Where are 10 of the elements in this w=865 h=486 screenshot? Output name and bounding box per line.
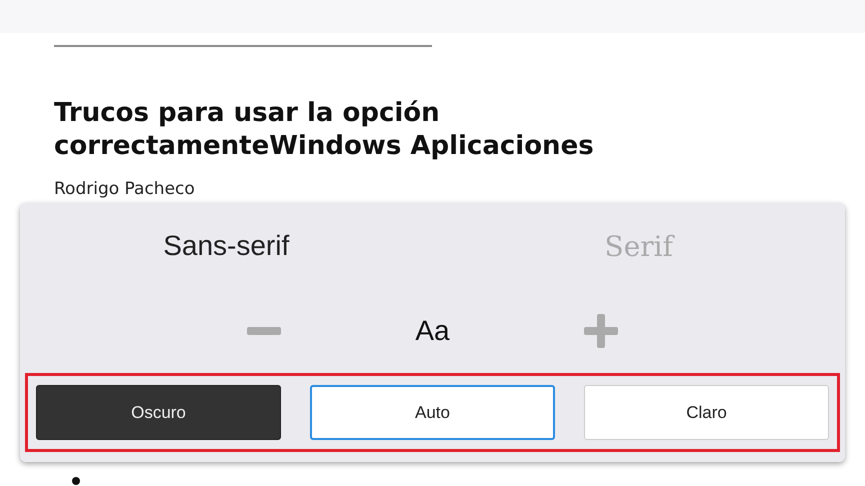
theme-button[interactable]: Auto <box>310 385 555 440</box>
font-size-sample: Aa <box>415 315 450 347</box>
theme-button[interactable]: Claro <box>584 385 829 440</box>
bullet-icon <box>72 477 80 485</box>
theme-button[interactable]: Oscuro <box>36 385 281 440</box>
article-title: Trucos para usar la opción correctamenteWindows Aplicaciones <box>54 97 595 163</box>
author-name: Rodrigo Pacheco <box>54 179 195 199</box>
minus-icon <box>247 326 282 336</box>
plus-icon <box>584 314 618 348</box>
font-option[interactable]: Sans-serif <box>155 226 298 266</box>
